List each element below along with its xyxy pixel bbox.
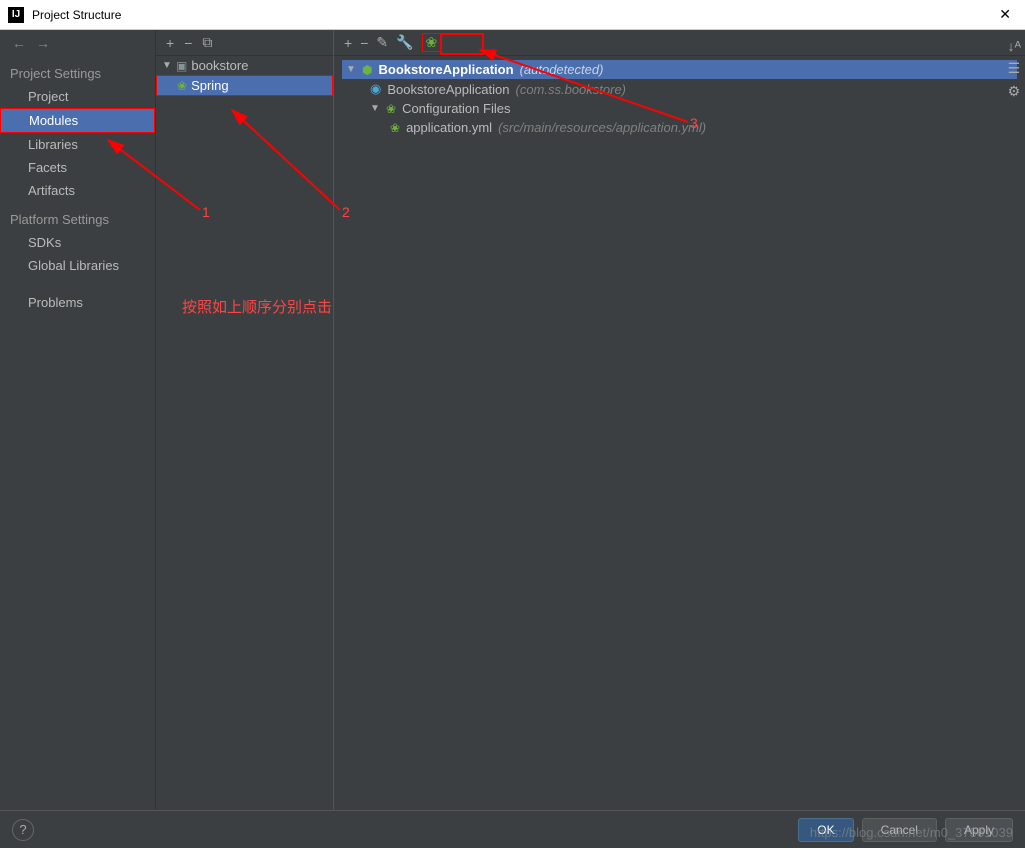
facet-tree: ▼ ⬢ BookstoreApplication (autodetected) … (334, 56, 1025, 141)
nav-facets[interactable]: Facets (0, 156, 155, 179)
section-platform-settings: Platform Settings (0, 202, 155, 231)
sidebar: ← → Project Settings Project Modules Lib… (0, 30, 156, 810)
config-file-label: application.yml (406, 120, 492, 135)
app-title: BookstoreApplication (378, 62, 513, 77)
footer-buttons: OK Cancel Apply (798, 818, 1013, 842)
app-note: (autodetected) (520, 62, 604, 77)
nav-sdks[interactable]: SDKs (0, 231, 155, 254)
module-root-label: bookstore (191, 58, 248, 73)
add-icon[interactable]: + (166, 35, 174, 51)
folder-icon: ▣ (176, 59, 187, 73)
sort-icon[interactable]: ↓ᴬ (1008, 38, 1021, 54)
copy-icon[interactable]: ⧉ (202, 34, 212, 51)
app-class-label: BookstoreApplication (387, 82, 509, 97)
nav-global-libraries[interactable]: Global Libraries (0, 254, 155, 277)
expand-icon: ▼ (162, 60, 172, 71)
spring-icon: ❀ (177, 79, 187, 93)
yml-icon: ❀ (390, 121, 400, 135)
app-class-pkg: (com.ss.bookstore) (515, 82, 626, 97)
apply-button[interactable]: Apply (945, 818, 1013, 842)
spring-config-icon[interactable]: ❀ (422, 33, 442, 52)
nav-artifacts[interactable]: Artifacts (0, 179, 155, 202)
remove-icon[interactable]: − (184, 35, 192, 51)
app-class-row[interactable]: ◉ BookstoreApplication (com.ss.bookstore… (342, 79, 1017, 99)
titlebar: IJ Project Structure ✕ (0, 0, 1025, 30)
facet-toolbar: + − ✎ 🔧 ❀ (334, 30, 1025, 56)
nav-libraries[interactable]: Libraries (0, 133, 155, 156)
nav-modules[interactable]: Modules (0, 108, 155, 133)
wrench-icon[interactable]: 🔧 (396, 34, 413, 51)
module-spring-label: Spring (191, 78, 229, 93)
app-context-root[interactable]: ▼ ⬢ BookstoreApplication (autodetected) (342, 60, 1017, 79)
window-title: Project Structure (32, 8, 121, 22)
app-icon: IJ (8, 7, 24, 23)
expand-icon: ▼ (370, 103, 380, 114)
forward-icon[interactable]: → (36, 35, 50, 51)
expand-icon: ▼ (346, 64, 356, 75)
main-area: ← → Project Settings Project Modules Lib… (0, 30, 1025, 810)
ok-button[interactable]: OK (798, 818, 853, 842)
nav-problems[interactable]: Problems (0, 291, 155, 314)
modules-panel: + − ⧉ ▼ ▣ bookstore ❀ Spring (156, 30, 334, 810)
settings-icon[interactable]: ⚙ (1008, 83, 1021, 100)
config-file-row[interactable]: ❀ application.yml (src/main/resources/ap… (342, 118, 1017, 137)
class-icon: ◉ (370, 81, 381, 97)
side-tool-icons: ↓ᴬ ☰ ⚙ (1008, 38, 1021, 100)
facet-detail-panel: + − ✎ 🔧 ❀ ▼ ⬢ BookstoreApplication (auto… (334, 30, 1025, 810)
section-project-settings: Project Settings (0, 56, 155, 85)
config-files-label: Configuration Files (402, 101, 510, 116)
config-file-path: (src/main/resources/application.yml) (498, 120, 706, 135)
nav-project[interactable]: Project (0, 85, 155, 108)
config-group-icon: ❀ (386, 102, 396, 116)
remove-context-icon[interactable]: − (360, 35, 368, 51)
help-button[interactable]: ? (12, 819, 34, 841)
close-icon[interactable]: ✕ (993, 6, 1017, 23)
dialog-footer: ? OK Cancel Apply (0, 810, 1025, 848)
filter-icon[interactable]: ☰ (1008, 60, 1021, 77)
nav-history: ← → (0, 30, 155, 56)
modules-toolbar: + − ⧉ (156, 30, 333, 56)
cancel-button[interactable]: Cancel (862, 818, 937, 842)
add-context-icon[interactable]: + (344, 35, 352, 51)
config-files-row[interactable]: ▼ ❀ Configuration Files (342, 99, 1017, 118)
edit-icon[interactable]: ✎ (376, 34, 388, 51)
module-spring[interactable]: ❀ Spring (156, 75, 333, 96)
module-root[interactable]: ▼ ▣ bookstore (156, 56, 333, 75)
back-icon[interactable]: ← (12, 35, 26, 51)
spring-boot-icon: ⬢ (362, 63, 372, 77)
